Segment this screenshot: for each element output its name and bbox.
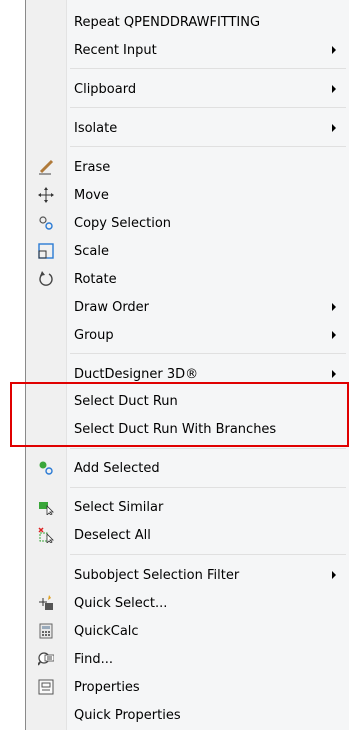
menu-item-subobject-filter-label: Subobject Selection Filter xyxy=(74,567,240,583)
separator xyxy=(70,146,346,147)
submenu-arrow-icon xyxy=(332,46,336,54)
find-icon xyxy=(38,652,54,666)
menu-item-recent-input[interactable]: Recent Input xyxy=(26,36,349,64)
properties-icon xyxy=(38,679,54,695)
menu-item-select-similar[interactable]: Select Similar xyxy=(26,493,349,521)
submenu-arrow-icon xyxy=(332,331,336,339)
copy-icon xyxy=(39,216,53,230)
menu-item-move[interactable]: Move xyxy=(26,181,349,209)
menu-item-erase-label: Erase xyxy=(74,159,111,175)
separator xyxy=(70,68,346,69)
submenu-arrow-icon xyxy=(332,303,336,311)
submenu-arrow-icon xyxy=(332,571,336,579)
menu-item-group[interactable]: Group xyxy=(26,321,349,349)
quick-select-icon xyxy=(39,595,53,610)
menu-item-clipboard-label: Clipboard xyxy=(74,81,137,97)
menu-item-repeat-label: Repeat QPENDDRAWFITTING xyxy=(74,14,261,30)
menu-item-add-selected-label: Add Selected xyxy=(74,460,160,476)
menu-item-copy-selection-label: Copy Selection xyxy=(74,215,172,231)
separator xyxy=(70,448,346,449)
menu-item-add-selected[interactable]: Add Selected xyxy=(26,454,349,482)
menu-item-quickcalc-label: QuickCalc xyxy=(74,623,139,639)
menu-item-scale-label: Scale xyxy=(74,243,109,259)
menu-item-deselect-all[interactable]: Deselect All xyxy=(26,521,349,549)
submenu-arrow-icon xyxy=(332,85,336,93)
move-arrows-icon xyxy=(38,187,54,203)
menu-item-quick-select[interactable]: Quick Select... xyxy=(26,589,349,617)
menu-item-clipboard[interactable]: Clipboard xyxy=(26,75,349,103)
menu-item-quick-properties[interactable]: Quick Properties xyxy=(26,701,349,729)
menu-item-recent-input-label: Recent Input xyxy=(74,42,157,58)
scale-icon xyxy=(38,243,54,259)
menu-item-ductdesigner-label: DuctDesigner 3D® xyxy=(74,366,199,382)
menu-item-find[interactable]: Find... xyxy=(26,645,349,673)
menu-item-quickcalc[interactable]: QuickCalc xyxy=(26,617,349,645)
menu-item-copy-selection[interactable]: Copy Selection xyxy=(26,209,349,237)
submenu-arrow-icon xyxy=(332,370,336,378)
calculator-icon xyxy=(39,623,53,639)
menu-item-erase[interactable]: Erase xyxy=(26,153,349,181)
rotate-icon xyxy=(39,271,53,286)
menu-item-quick-select-label: Quick Select... xyxy=(74,595,168,611)
menu-item-move-label: Move xyxy=(74,187,109,203)
menu-item-draw-order-label: Draw Order xyxy=(74,299,150,315)
separator xyxy=(70,554,346,555)
menu-item-rotate-label: Rotate xyxy=(74,271,117,287)
menu-item-isolate[interactable]: Isolate xyxy=(26,114,349,142)
menu-item-subobject-filter[interactable]: Subobject Selection Filter xyxy=(26,561,349,589)
menu-item-draw-order[interactable]: Draw Order xyxy=(26,293,349,321)
menu-item-scale[interactable]: Scale xyxy=(26,237,349,265)
select-similar-icon xyxy=(39,502,54,515)
menu-item-properties[interactable]: Properties xyxy=(26,673,349,701)
menu-item-isolate-label: Isolate xyxy=(74,120,118,136)
menu-item-repeat[interactable]: Repeat QPENDDRAWFITTING xyxy=(26,8,349,36)
submenu-arrow-icon xyxy=(332,124,336,132)
separator xyxy=(70,353,346,354)
menu-item-properties-label: Properties xyxy=(74,679,140,695)
add-selected-icon xyxy=(39,461,53,475)
menu-item-group-label: Group xyxy=(74,327,114,343)
context-menu: Repeat QPENDDRAWFITTING Recent Input Cli… xyxy=(25,0,349,730)
menu-item-quick-properties-label: Quick Properties xyxy=(74,707,181,723)
separator xyxy=(70,487,346,488)
menu-item-deselect-all-label: Deselect All xyxy=(74,527,151,543)
menu-item-find-label: Find... xyxy=(74,651,114,667)
eraser-icon xyxy=(39,159,54,175)
highlight-box xyxy=(10,382,349,447)
separator xyxy=(70,107,346,108)
menu-item-rotate[interactable]: Rotate xyxy=(26,265,349,293)
deselect-all-icon xyxy=(38,527,54,543)
menu-item-select-similar-label: Select Similar xyxy=(74,499,164,515)
